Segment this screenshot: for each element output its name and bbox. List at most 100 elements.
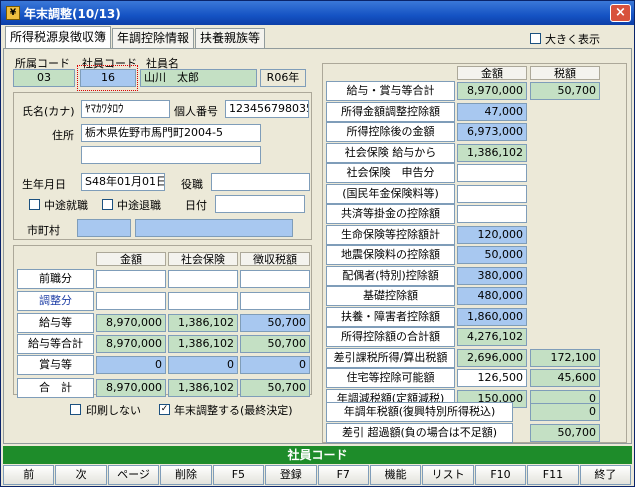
fkey-next-button[interactable]: 次 [55, 465, 107, 485]
left-withholding-cell: 50,700 [240, 379, 310, 397]
tab-dependents[interactable]: 扶養親族等 [195, 28, 266, 48]
right-amount-cell: 2,696,000 [457, 348, 527, 367]
emp-name-field: 山川 太郎 [140, 69, 257, 87]
no-print-checkbox[interactable] [70, 404, 81, 415]
fkey-f5-button[interactable]: F5 [212, 465, 265, 485]
right-row-label[interactable]: 所得控除額の合計額 [326, 327, 455, 347]
right-row-label[interactable]: 地震保険料の控除額 [326, 245, 455, 265]
right-row-label[interactable]: 差引課税所得/算出税額 [326, 347, 455, 368]
fkey-exit-button[interactable]: 終了 [579, 465, 632, 485]
city-name-input[interactable] [135, 219, 293, 237]
date-label: 日付 [185, 199, 207, 212]
left-row-label: 調整分 [17, 291, 94, 311]
left-social-ins-cell: 1,386,102 [168, 314, 238, 332]
position-input[interactable] [211, 173, 310, 191]
col-header-right-amount: 金額 [457, 66, 527, 80]
position-label: 役職 [181, 178, 203, 191]
left-social-ins-cell: 1,386,102 [168, 335, 238, 353]
right-amount-cell[interactable] [457, 205, 527, 223]
left-amount-cell[interactable] [96, 270, 166, 288]
left-withholding-cell[interactable] [240, 292, 310, 310]
left-amount-cell: 8,970,000 [96, 314, 166, 332]
birth-input[interactable]: S48年01月01日 [81, 173, 165, 191]
mynumber-label: 個人番号 [174, 105, 218, 118]
do-adjust-checkbox[interactable]: ✓ [159, 404, 170, 415]
window-title: 年末調整(10/13) [24, 6, 121, 21]
right-amount-cell: 50,000 [457, 246, 527, 264]
emp-code-input[interactable]: 16 [80, 69, 136, 87]
left-social-ins-cell[interactable] [168, 270, 238, 288]
right-amount-cell[interactable] [457, 164, 527, 182]
right-row-label[interactable]: 社会保険 給与から [326, 142, 455, 163]
right-amount-cell: 380,000 [457, 266, 527, 285]
right-row-label[interactable]: 扶養・障害者控除額 [326, 306, 455, 327]
mid-join-checkbox[interactable] [29, 199, 40, 210]
right-amount-cell: 4,276,102 [457, 328, 527, 346]
right-row-label[interactable]: (国民年金保険料等) [326, 183, 455, 204]
address2-input[interactable] [81, 146, 261, 164]
right-row-label[interactable]: 生命保険等控除額計 [326, 224, 455, 245]
left-amount-cell: 8,970,000 [96, 379, 166, 397]
tab-panel: 所属コード 社員コード 社員名 03 16 山川 太郎 R06年 氏名(カナ) … [3, 48, 632, 444]
right-tax-cell: 172,100 [530, 348, 600, 367]
city-label: 市町村 [27, 224, 60, 237]
final-annual-tax-value: 0 [530, 403, 600, 421]
final-annual-tax-label[interactable]: 年調年税額(復興特別所得税込) [326, 402, 513, 422]
left-withholding-cell: 50,700 [240, 314, 310, 332]
left-amount-cell: 0 [96, 356, 166, 374]
fkey-page-button[interactable]: ページ [107, 465, 160, 485]
col-header-right-tax: 税額 [530, 66, 600, 80]
right-amount-cell: 8,970,000 [457, 82, 527, 100]
do-adjust-label: 年末調整する(最終決定) [174, 404, 293, 417]
right-amount-cell[interactable]: 126,500 [457, 369, 527, 387]
mid-leave-checkbox[interactable] [102, 199, 113, 210]
right-row-label[interactable]: 共済等掛金の控除額 [326, 204, 455, 224]
mid-join-label: 中途就職 [44, 199, 88, 212]
left-amount-cell[interactable] [96, 292, 166, 310]
right-amount-cell: 1,860,000 [457, 307, 527, 326]
mynumber-input[interactable]: 123456798035 [225, 100, 309, 118]
fkey-f7-button[interactable]: F7 [317, 465, 369, 485]
fkey-register-button[interactable]: 登録 [265, 465, 317, 485]
dept-code-field: 03 [13, 69, 75, 87]
left-row-label: 賞与等 [17, 355, 94, 375]
app-icon: ¥ [6, 6, 20, 20]
tab-withholding-book[interactable]: 所得税源泉徴収簿 [5, 26, 112, 48]
fkey-f10-button[interactable]: F10 [474, 465, 527, 485]
function-key-bar: 前 次 ページ 削除 F5 登録 F7 機能 リスト F10 F11 終了 [3, 465, 632, 485]
right-amount-cell[interactable] [457, 184, 527, 203]
fkey-list-button[interactable]: リスト [422, 465, 474, 485]
fkey-function-button[interactable]: 機能 [369, 465, 422, 485]
right-row-label[interactable]: 給与・賞与等合計 [326, 81, 455, 101]
right-tax-cell: 50,700 [530, 82, 600, 100]
right-row-label[interactable]: 住宅等控除可能額 [326, 368, 455, 388]
right-amount-cell: 120,000 [457, 225, 527, 244]
right-row-label[interactable]: 所得控除後の金額 [326, 122, 455, 142]
right-amount-cell: 480,000 [457, 287, 527, 305]
final-diff-label[interactable]: 差引 超過額(負の場合は不足額) [326, 423, 513, 443]
left-row-label: 前職分 [17, 269, 94, 289]
year-field: R06年 [260, 69, 306, 87]
right-amount-cell: 6,973,000 [457, 123, 527, 141]
mid-leave-label: 中途退職 [117, 199, 161, 212]
fkey-prev-button[interactable]: 前 [3, 465, 55, 485]
large-display-label: 大きく表示 [545, 33, 600, 46]
right-row-label[interactable]: 所得金額調整控除額 [326, 101, 455, 122]
city-code-input[interactable] [77, 219, 131, 237]
left-social-ins-cell: 0 [168, 356, 238, 374]
large-display-checkbox[interactable] [530, 33, 541, 44]
fkey-delete-button[interactable]: 削除 [160, 465, 212, 485]
left-row-label: 給与等合計 [17, 334, 94, 354]
close-button[interactable]: × [610, 4, 631, 22]
kana-input[interactable]: ﾔﾏｶﾜﾀﾛｳ [81, 100, 170, 118]
right-row-label[interactable]: 基礎控除額 [326, 286, 455, 306]
tab-deduction-info[interactable]: 年調控除情報 [112, 28, 195, 48]
right-row-label[interactable]: 配偶者(特別)控除額 [326, 265, 455, 286]
left-social-ins-cell[interactable] [168, 292, 238, 310]
date-input[interactable] [215, 195, 305, 213]
left-withholding-cell[interactable] [240, 270, 310, 288]
fkey-f11-button[interactable]: F11 [527, 465, 579, 485]
right-row-label[interactable]: 社会保険 申告分 [326, 163, 455, 183]
address1-input[interactable]: 栃木県佐野市馬門町2004-5 [81, 124, 261, 142]
title-bar: ¥ 年末調整(10/13) × [1, 1, 634, 25]
